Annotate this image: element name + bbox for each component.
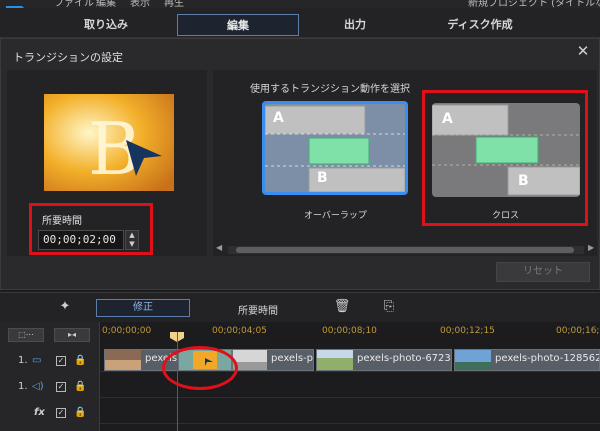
reset-button[interactable]: リセット	[496, 262, 590, 282]
scroll-right-icon[interactable]: ▶	[588, 243, 594, 252]
lock-icon[interactable]: 🔒	[74, 381, 86, 392]
clip-thumbnail	[317, 350, 353, 370]
transition-highlight	[162, 346, 238, 390]
toolbar-duration-button[interactable]: 所要時間	[238, 302, 278, 317]
edit-toolbar: ✦ 修正 所要時間 🗑 ⎘	[0, 292, 600, 322]
track-video-enable-checkbox[interactable]: ✓	[56, 356, 66, 366]
option-overlap-label: オーバーラップ	[304, 211, 367, 221]
duration-stepper[interactable]: ▲ ▼	[125, 230, 139, 250]
timeline-clip[interactable]: pexels-photo-67235	[316, 349, 452, 371]
export-icon[interactable]: ⎘	[380, 298, 398, 316]
speaker-icon: ◁)	[32, 381, 44, 392]
clip-name: pexels-photo-67235	[357, 353, 452, 364]
track-audio-1: 1. ◁) ✓ 🔒	[0, 376, 100, 400]
magic-wand-icon[interactable]: ✦	[56, 298, 74, 316]
video-track-icon: ▭	[32, 355, 42, 366]
ruler-tick: 00;00;12;15	[440, 326, 495, 336]
tab-import[interactable]: 取り込み	[46, 14, 166, 36]
overlap-b-label: B	[317, 170, 328, 186]
fx-icon: fx	[34, 407, 45, 418]
main-tabs: 取り込み 編集 出力 ディスク作成	[0, 8, 600, 38]
track-fx-enable-checkbox[interactable]: ✓	[56, 408, 66, 418]
dialog-title: トランジションの設定	[13, 51, 123, 64]
duration-highlight: 所要時間 00;00;02;00 ▲ ▼	[29, 203, 153, 255]
track-video-1: 1. ▭ ✓ 🔒	[0, 350, 100, 374]
track-video-index: 1.	[18, 355, 28, 366]
transition-preview: B	[44, 94, 174, 191]
lock-icon[interactable]: 🔒	[74, 355, 86, 366]
tab-edit[interactable]: 編集	[177, 14, 299, 36]
select-transition-label: 使用するトランジション動作を選択	[250, 84, 410, 95]
track-audio-enable-checkbox[interactable]: ✓	[56, 382, 66, 392]
modify-button[interactable]: 修正	[96, 299, 190, 317]
preview-image-icon: B	[44, 94, 174, 191]
duration-label: 所要時間	[42, 216, 82, 227]
fit-timeline-button[interactable]: ▸◂	[54, 328, 90, 342]
option-overlap[interactable]: A B	[262, 101, 408, 195]
timeline: ⬚⋯ ▸◂ 1. ▭ ✓ 🔒 1. ◁) ✓ 🔒 fx ✓ 🔒 0;00;00;…	[0, 322, 600, 431]
tab-output[interactable]: 出力	[300, 14, 410, 36]
timeline-clip[interactable]: pexels-pl	[232, 349, 314, 371]
clip-thumbnail	[233, 350, 267, 370]
tab-disc[interactable]: ディスク作成	[410, 14, 550, 36]
ruler-tick: 00;00;04;05	[212, 326, 267, 336]
title-bar: ファイル 編集 表示 再生 新規プロジェクト (タイトルなし	[0, 0, 600, 26]
lock-icon[interactable]: 🔒	[74, 407, 86, 418]
track-manager-button[interactable]: ⬚⋯	[8, 328, 44, 342]
close-icon[interactable]: ✕	[575, 43, 591, 59]
track-audio-index: 1.	[18, 381, 28, 392]
clip-thumbnail	[455, 350, 491, 370]
clip-name: pexels-photo-128562	[495, 353, 600, 364]
ruler-tick: 00;00;16;2	[556, 326, 600, 336]
fx-track-row	[100, 400, 600, 424]
ruler-tick: 0;00;00;00	[102, 326, 152, 336]
options-scrollbar[interactable]	[228, 246, 584, 254]
track-fx: fx ✓ 🔒	[0, 402, 100, 426]
cross-highlight	[422, 90, 588, 226]
timeline-clip[interactable]: pexels-photo-128562	[454, 349, 600, 371]
duration-input[interactable]: 00;00;02;00	[38, 230, 124, 250]
clip-name: pexels-pl	[271, 353, 314, 364]
track-headers: ⬚⋯ ▸◂ 1. ▭ ✓ 🔒 1. ◁) ✓ 🔒 fx ✓ 🔒	[0, 322, 100, 431]
scrollbar-thumb[interactable]	[236, 247, 574, 253]
overlap-diagram-icon	[265, 104, 405, 192]
scroll-left-icon[interactable]: ◀	[216, 243, 222, 252]
overlap-a-label: A	[273, 110, 284, 126]
ruler-tick: 00;00;08;10	[322, 326, 377, 336]
clip-thumbnail	[105, 350, 141, 370]
preview-pane: B 所要時間 00;00;02;00 ▲ ▼	[7, 70, 207, 256]
trash-icon[interactable]: 🗑	[333, 298, 351, 316]
